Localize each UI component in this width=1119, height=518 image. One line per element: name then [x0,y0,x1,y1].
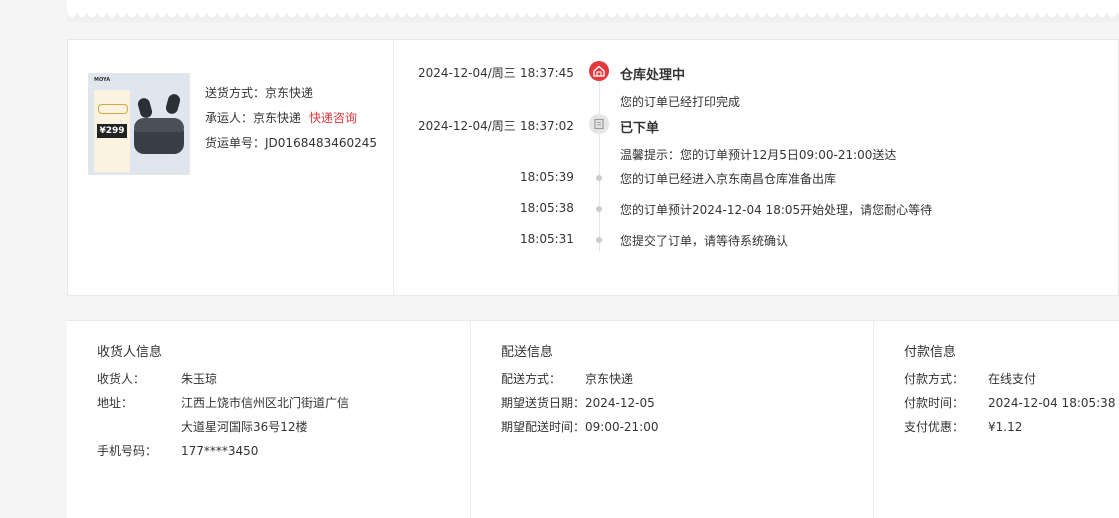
receiver-info-section: 收货人信息 收货人： 朱玉琼 地址： 江西上饶市信州区北门街道广信 大道星河国际… [67,321,470,518]
timeline-title: 仓库处理中 [620,68,686,83]
receiver-address-label: 地址： [97,396,134,410]
courier-inquiry-link[interactable]: 快递咨询 [309,111,357,125]
delivery-info-section: 配送信息 配送方式： 京东快递 期望送货日期： 2024-12-05 期望配送时… [470,321,874,518]
timeline-desc: 您的订单已经进入京东南昌仓库准备出库 [620,172,837,186]
shipping-method-row: 送货方式：京东快递 [205,85,377,110]
timeline-dot [596,237,602,243]
timeline-content: 您提交了订单，请等待系统确认 [620,232,788,249]
payment-method-row: 付款方式： 在线支付 [904,371,1036,387]
delivery-method-label: 配送方式： [501,372,562,386]
payment-info-section: 付款信息 付款方式： 在线支付 付款时间： 2024-12-04 18:05:3… [873,321,1119,518]
package-info: 送货方式：京东快递 承运人：京东快递 快递咨询 货运单号：JD0168483460… [205,85,377,160]
warehouse-icon [589,61,609,81]
delivery-time-row: 期望配送时间： 09:00-21:00 [501,419,659,435]
tracking-timeline: 2024-12-04/周三 18:37:45 仓库处理中 您的订单已经打印完成 2… [394,40,1118,295]
delivery-time-value: 09:00-21:00 [585,420,659,434]
payment-method-label: 付款方式： [904,372,965,386]
timeline-desc: 您的订单已经打印完成 [620,95,741,109]
tracking-number-value: JD0168483460245 [265,136,378,150]
carrier-value: 京东快递 [253,111,302,125]
timeline-content: 仓库处理中 您的订单已经打印完成 [620,64,740,110]
payment-time-label: 付款时间： [904,396,965,410]
receiver-phone-row: 手机号码： 177****3450 [97,443,258,459]
shipping-method-value: 京东快递 [265,86,314,100]
shipping-method-label: 送货方式： [205,86,266,100]
timeline-timestamp: 18:05:31 [418,232,598,246]
timeline-timestamp: 18:05:38 [418,201,598,215]
timeline-time: 18:37:02 [520,119,574,133]
timeline-desc: 您的订单预计2024-12-04 18:05开始处理，请您耐心等待 [620,203,933,217]
order-icon [589,114,609,134]
tracking-card: MOYA ¥299 送货方式：京东快递 承运人：京东快递 快递咨询 货运单号：JD… [67,39,1119,296]
delivery-date-value: 2024-12-05 [585,396,655,410]
timeline-time: 18:05:31 [520,232,574,246]
delivery-date-row: 期望送货日期： 2024-12-05 [501,395,655,411]
receiver-name-row: 收货人： 朱玉琼 [97,371,217,387]
timeline-line [599,80,600,251]
timeline-timestamp: 2024-12-04/周三 18:37:45 [418,64,598,81]
timeline-time: 18:37:45 [520,66,574,80]
timeline-desc: 温馨提示：您的订单预计12月5日09:00-21:00送达 [620,148,897,162]
timeline-desc: 您提交了订单，请等待系统确认 [620,234,789,248]
timeline-content: 已下单 温馨提示：您的订单预计12月5日09:00-21:00送达 [620,117,896,163]
timeline-title: 已下单 [620,121,660,136]
timeline-time: 18:05:39 [520,170,574,184]
package-panel: MOYA ¥299 送货方式：京东快递 承运人：京东快递 快递咨询 货运单号：JD… [68,40,394,295]
receiver-address-line2: 大道星河国际36号12楼 [181,420,308,434]
timeline-date: 2024-12-04/周三 [418,119,516,133]
receiver-name-value: 朱玉琼 [181,372,218,386]
receiver-phone-label: 手机号码： [97,444,158,458]
timeline-timestamp: 18:05:39 [418,170,598,184]
previous-card-bottom [67,0,1119,22]
thumbnail-badge [98,104,128,114]
timeline-content: 您的订单预计2024-12-04 18:05开始处理，请您耐心等待 [620,201,932,218]
receiver-heading: 收货人信息 [97,345,163,360]
timeline-date: 2024-12-04/周三 [418,66,516,80]
product-thumbnail[interactable]: MOYA ¥299 [88,73,190,175]
thumbnail-promo: ¥299 [94,90,130,172]
delivery-time-label: 期望配送时间： [501,420,586,434]
timeline-dot [596,206,602,212]
earbud-left-shape [136,96,154,120]
timeline-dot [596,175,602,181]
delivery-method-row: 配送方式： 京东快递 [501,371,633,387]
timeline-time: 18:05:38 [520,201,574,215]
delivery-method-value: 京东快递 [585,372,634,386]
receiver-phone-value: 177****3450 [181,444,259,458]
receiver-address-row: 地址： 江西上饶市信州区北门街道广信 [97,395,349,411]
receiver-address-line1: 江西上饶市信州区北门街道广信 [181,396,350,410]
tracking-number-label: 货运单号： [205,136,266,150]
payment-time-row: 付款时间： 2024-12-04 18:05:38 [904,395,1115,411]
payment-discount-row: 支付优惠： ¥1.12 [904,419,1022,435]
delivery-date-label: 期望送货日期： [501,396,586,410]
thumbnail-brand: MOYA [94,77,111,83]
receiver-name-label: 收货人： [97,372,146,386]
payment-time-value: 2024-12-04 18:05:38 [988,396,1116,410]
earbud-right-shape [164,92,182,116]
timeline-content: 您的订单已经进入京东南昌仓库准备出库 [620,170,836,187]
carrier-row: 承运人：京东快递 快递咨询 [205,110,377,135]
order-info-card: 收货人信息 收货人： 朱玉琼 地址： 江西上饶市信州区北门街道广信 大道星河国际… [67,320,1119,518]
payment-discount-value: ¥1.12 [988,420,1023,434]
delivery-heading: 配送信息 [501,345,554,360]
carrier-label: 承运人： [205,111,254,125]
payment-heading: 付款信息 [904,345,957,360]
charging-case-lid-shape [134,118,184,132]
serrated-edge [67,13,1119,22]
payment-method-value: 在线支付 [988,372,1037,386]
tracking-number-row: 货运单号：JD0168483460245 [205,135,377,160]
thumbnail-price: ¥299 [97,124,127,138]
payment-discount-label: 支付优惠： [904,420,965,434]
timeline-timestamp: 2024-12-04/周三 18:37:02 [418,117,598,134]
